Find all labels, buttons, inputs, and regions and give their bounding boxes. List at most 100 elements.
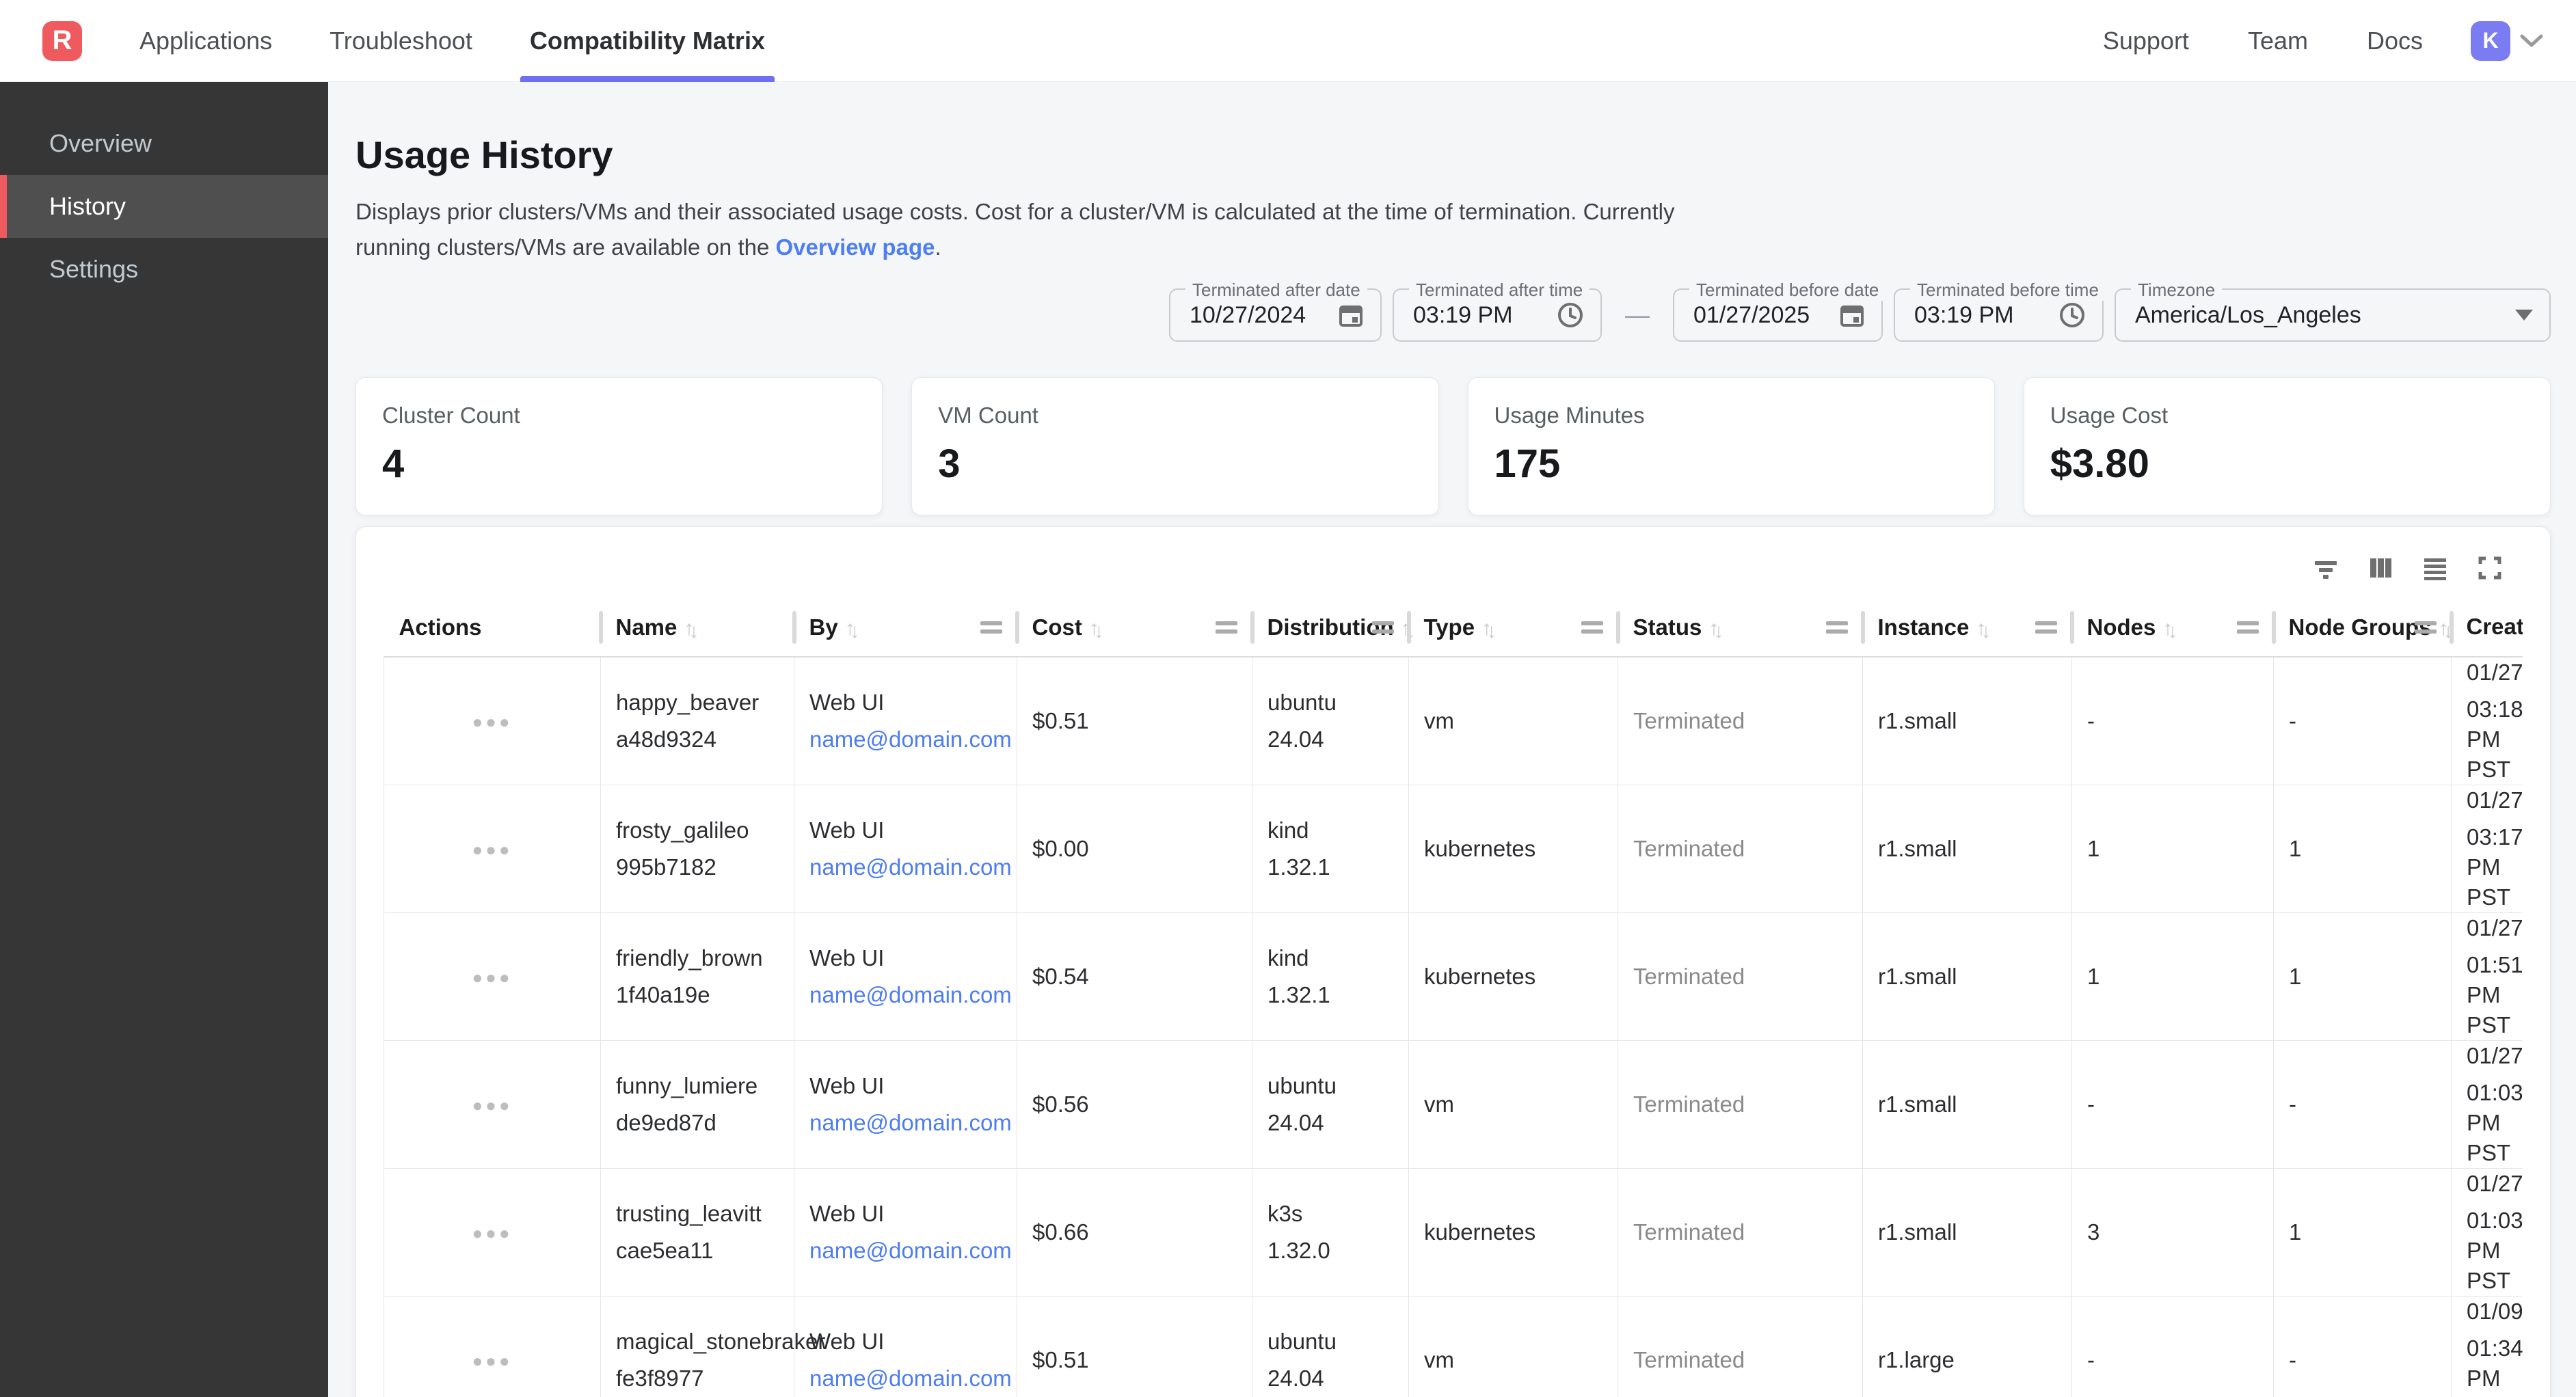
row-actions-button[interactable]: ●●● bbox=[472, 1223, 512, 1243]
nav-tab[interactable]: Troubleshoot bbox=[320, 0, 482, 82]
name-cell: happy_beavera48d9324 bbox=[601, 657, 794, 785]
table-row[interactable]: ●●● magical_stonebrakerfe3f8977 Web UIna… bbox=[384, 1297, 2523, 1397]
column-header[interactable]: Status↑↓ bbox=[1618, 598, 1863, 657]
fullscreen-icon[interactable] bbox=[2473, 552, 2506, 584]
name-cell: magical_stonebrakerfe3f8977 bbox=[601, 1297, 794, 1397]
nav-tab[interactable]: Applications bbox=[130, 0, 282, 82]
by-source: Web UI bbox=[809, 815, 1017, 845]
sort-icon[interactable]: ↑↓ bbox=[684, 617, 693, 640]
usage-table-card: Actions Name↑↓ By↑↓ bbox=[355, 526, 2551, 1397]
filter-icon[interactable] bbox=[2309, 552, 2342, 584]
calendar-icon[interactable] bbox=[1839, 302, 1865, 328]
terminated-before-date-field[interactable]: Terminated before date 01/27/2025 bbox=[1673, 288, 1883, 342]
usage-history-table: Actions Name↑↓ By↑↓ bbox=[384, 598, 2523, 1397]
clock-icon[interactable] bbox=[1557, 301, 1584, 329]
created-at-cell: 01/27/202501:03 PM PST bbox=[2452, 1169, 2523, 1297]
nav-link[interactable]: Team bbox=[2248, 27, 2308, 55]
column-header[interactable]: Type ↑↓ bbox=[1409, 598, 1618, 657]
column-header[interactable]: Created At↓ bbox=[2452, 598, 2523, 657]
sidebar-item[interactable]: History bbox=[0, 175, 328, 238]
cost-cell: $0.66 bbox=[1017, 1169, 1252, 1297]
column-menu-icon[interactable] bbox=[1372, 621, 1394, 634]
sidebar-item[interactable]: Settings bbox=[0, 238, 328, 301]
column-menu-icon[interactable] bbox=[1581, 621, 1603, 634]
cluster-name: friendly_brown bbox=[616, 943, 794, 973]
column-menu-icon[interactable] bbox=[980, 621, 1002, 634]
nav-tab-label: Applications bbox=[139, 27, 272, 55]
distribution-cell: kind1.32.1 bbox=[1252, 913, 1409, 1041]
email-link[interactable]: name@domain.com bbox=[809, 1364, 1017, 1394]
dropdown-caret-icon bbox=[2515, 310, 2533, 321]
row-actions-button[interactable]: ●●● bbox=[472, 1095, 512, 1115]
column-header[interactable]: Distribution↑↓ bbox=[1252, 598, 1409, 657]
email-link[interactable]: name@domain.com bbox=[809, 980, 1017, 1010]
column-header[interactable]: Name↑↓ bbox=[601, 598, 794, 657]
email-link[interactable]: name@domain.com bbox=[809, 724, 1017, 755]
sort-icon[interactable]: ↑↓ bbox=[845, 617, 855, 640]
cluster-name: happy_beaver bbox=[616, 688, 794, 718]
timezone-select[interactable]: Timezone America/Los_Angeles bbox=[2115, 288, 2551, 342]
column-header[interactable]: Node Groups ↑↓ bbox=[2274, 598, 2452, 657]
row-actions-button[interactable]: ●●● bbox=[472, 1351, 512, 1371]
email-link[interactable]: name@domain.com bbox=[809, 1236, 1017, 1266]
field-label: Timezone bbox=[2131, 280, 2222, 301]
nav-link[interactable]: Docs bbox=[2367, 27, 2423, 55]
stat-cards: Cluster Count 4 VM Count 3 Usage Minutes… bbox=[355, 377, 2551, 515]
row-actions-button[interactable]: ●●● bbox=[472, 967, 512, 988]
user-avatar[interactable]: K bbox=[2471, 21, 2510, 61]
cluster-id: 995b7182 bbox=[616, 852, 794, 882]
overview-page-link[interactable]: Overview page bbox=[776, 234, 935, 260]
terminated-after-date-field[interactable]: Terminated after date 10/27/2024 bbox=[1169, 288, 1382, 342]
field-label: Terminated before date bbox=[1689, 280, 1886, 301]
actions-cell: ●●● bbox=[384, 785, 601, 913]
email-link[interactable]: name@domain.com bbox=[809, 1108, 1017, 1138]
sort-icon[interactable]: ↑↓ bbox=[2162, 617, 2172, 640]
cluster-name: frosty_galileo bbox=[616, 815, 794, 845]
density-icon[interactable] bbox=[2419, 552, 2452, 584]
terminated-before-time-field[interactable]: Terminated before time 03:19 PM bbox=[1894, 288, 2104, 342]
chevron-down-icon[interactable] bbox=[2520, 33, 2543, 49]
sort-icon[interactable]: ↑↓ bbox=[1089, 617, 1099, 640]
column-header-label: Node Groups bbox=[2289, 614, 2432, 640]
table-row[interactable]: ●●● funny_lumierede9ed87d Web UIname@dom… bbox=[384, 1041, 2523, 1169]
column-menu-icon[interactable] bbox=[2415, 621, 2437, 634]
column-header[interactable]: Instance↑↓ bbox=[1863, 598, 2072, 657]
clock-icon[interactable] bbox=[2058, 301, 2086, 329]
table-row[interactable]: ●●● trusting_leavittcae5ea11 Web UIname@… bbox=[384, 1169, 2523, 1297]
table-row[interactable]: ●●● happy_beavera48d9324 Web UIname@doma… bbox=[384, 657, 2523, 785]
range-separator: — bbox=[1613, 301, 1662, 329]
stat-label: Usage Minutes bbox=[1494, 403, 1968, 429]
row-actions-button[interactable]: ●●● bbox=[472, 711, 512, 732]
sort-icon[interactable]: ↑↓ bbox=[2439, 617, 2448, 640]
type-cell: kubernetes bbox=[1409, 1169, 1618, 1297]
distribution-name: kind bbox=[1267, 943, 1408, 973]
column-menu-icon[interactable] bbox=[2237, 621, 2259, 634]
column-header[interactable]: By↑↓ bbox=[794, 598, 1017, 657]
column-header-label: Type bbox=[1424, 614, 1475, 640]
app-logo[interactable]: R bbox=[42, 21, 82, 61]
sidebar-item[interactable]: Overview bbox=[0, 112, 328, 175]
type-cell: vm bbox=[1409, 657, 1618, 785]
cost-cell: $0.56 bbox=[1017, 1041, 1252, 1169]
table-row[interactable]: ●●● friendly_brown1f40a19e Web UIname@do… bbox=[384, 913, 2523, 1041]
nav-tab[interactable]: Compatibility Matrix bbox=[520, 0, 775, 82]
table-row[interactable]: ●●● frosty_galileo 995b7182 Web UI name@do… bbox=[384, 785, 2523, 913]
column-header[interactable]: Actions bbox=[384, 598, 601, 657]
column-menu-icon[interactable] bbox=[2035, 621, 2057, 634]
email-link[interactable]: name@domain.com bbox=[809, 852, 1017, 882]
column-menu-icon[interactable] bbox=[1826, 621, 1848, 634]
column-menu-icon[interactable] bbox=[1216, 621, 1237, 634]
terminated-after-time-field[interactable]: Terminated after time 03:19 PM bbox=[1393, 288, 1602, 342]
cluster-id: de9ed87d bbox=[616, 1108, 794, 1138]
column-header[interactable]: Nodes↑↓ bbox=[2072, 598, 2274, 657]
sort-icon[interactable]: ↑↓ bbox=[1481, 617, 1491, 640]
columns-icon[interactable] bbox=[2364, 552, 2397, 584]
nodes-cell: 3 bbox=[2072, 1169, 2274, 1297]
row-actions-button[interactable]: ●●● bbox=[472, 839, 512, 860]
calendar-icon[interactable] bbox=[1338, 302, 1364, 328]
column-header[interactable]: Cost↑↓ bbox=[1017, 598, 1252, 657]
nav-link[interactable]: Support bbox=[2103, 27, 2189, 55]
node-groups-cell: 1 bbox=[2274, 1169, 2452, 1297]
sort-icon[interactable]: ↑↓ bbox=[1708, 617, 1718, 640]
sort-icon[interactable]: ↑↓ bbox=[1976, 617, 1985, 640]
